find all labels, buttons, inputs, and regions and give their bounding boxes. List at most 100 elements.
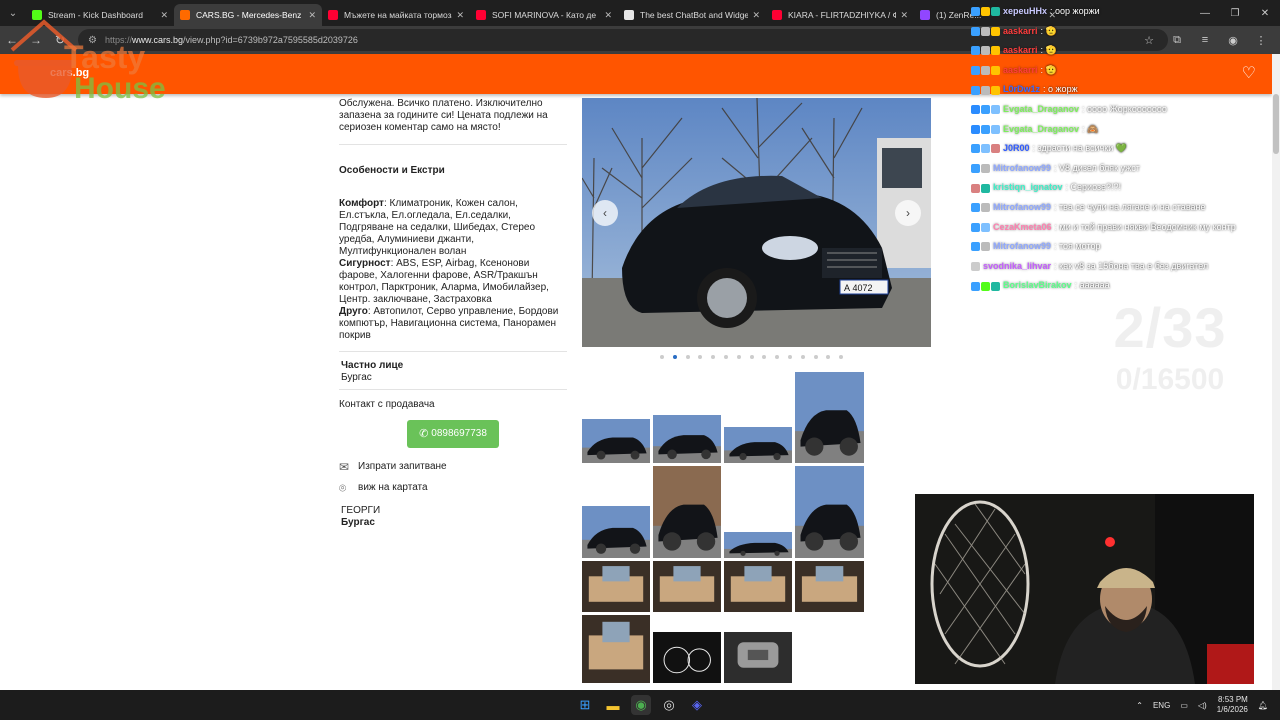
thumbnail-image <box>795 561 864 612</box>
gallery-thumbnail[interactable] <box>582 615 650 683</box>
gallery-dot[interactable] <box>839 355 844 359</box>
chat-badge-icon <box>991 281 1000 291</box>
chat-badge-icon <box>991 85 1000 95</box>
gallery-thumbnail[interactable] <box>795 561 864 612</box>
seller-name: ГЕОРГИ <box>341 505 381 516</box>
gallery-thumbnail[interactable] <box>582 506 650 558</box>
tab-close-icon[interactable]: ✕ <box>900 10 908 21</box>
feature-label: Комфорт <box>339 198 384 209</box>
browser-tab[interactable]: SOFI MARINOVA - Като де ✕ <box>470 4 618 26</box>
obs-icon[interactable]: ◎ <box>659 695 679 715</box>
gallery-thumbnail[interactable] <box>582 419 650 463</box>
gallery-dot[interactable] <box>787 355 792 359</box>
gallery-thumbnail[interactable] <box>653 632 721 683</box>
file-explorer-icon[interactable]: ▬ <box>603 695 623 715</box>
thumbnail-image <box>582 615 650 683</box>
tab-close-icon[interactable]: ✕ <box>308 10 316 21</box>
prev-photo-arrow-icon[interactable]: ‹ <box>592 200 618 226</box>
gallery-dot[interactable] <box>711 355 716 359</box>
chat-message: Evgata_Draganov: оооо Жоркооооооо <box>971 100 1280 120</box>
browser-tab[interactable]: The best ChatBot and Widgets ✕ <box>618 4 766 26</box>
chat-username: aaskarri <box>1003 64 1038 75</box>
envelope-icon: ✉ <box>339 460 350 474</box>
tab-close-icon[interactable]: ✕ <box>604 10 612 21</box>
gallery-thumbnail[interactable] <box>653 561 721 612</box>
tab-close-icon[interactable]: ✕ <box>752 10 760 21</box>
gallery-dot[interactable] <box>672 355 677 359</box>
gallery-dot[interactable] <box>800 355 805 359</box>
chat-badge-icon <box>981 183 990 193</box>
thumbnail-image <box>653 632 721 683</box>
browser-tab[interactable]: Мъжете на майката тормозя ✕ <box>322 4 470 26</box>
feature-label: Друго <box>339 306 368 317</box>
clock-date: 1/6/2026 <box>1216 705 1248 714</box>
goal-counter: 2/33 0/16500 <box>1100 298 1240 396</box>
gallery-thumbnail[interactable] <box>724 427 792 463</box>
gallery-thumbnail[interactable] <box>653 466 721 558</box>
gallery-thumbnail[interactable] <box>724 561 792 612</box>
chrome-icon[interactable]: ◉ <box>631 695 651 715</box>
chat-badge-icon <box>981 105 990 115</box>
chat-badge-icon <box>991 124 1000 134</box>
thumbnail-image <box>653 466 721 558</box>
tab-title: KIARA - FLIRTADZHIYKA / ФЛИ <box>788 10 897 20</box>
thumbnail-image <box>653 561 721 612</box>
windows-start-icon[interactable]: ⊞ <box>575 695 595 715</box>
gallery-thumbnail[interactable] <box>653 415 721 463</box>
contact-title: Контакт с продавача <box>339 399 435 410</box>
notification-bell-icon[interactable]: 🔔︎ <box>1258 701 1268 710</box>
gallery-thumbnail[interactable] <box>582 561 650 612</box>
chat-text: как v8 за 15бона тва е без двигател <box>1059 260 1209 271</box>
thumbnail-image <box>582 419 650 463</box>
gallery-thumbnail[interactable] <box>724 632 792 683</box>
chat-badge-icon <box>971 7 980 17</box>
clock[interactable]: 8:53 PM 1/6/2026 <box>1217 695 1248 715</box>
chat-badge-icon <box>971 262 980 272</box>
gallery-dot[interactable] <box>698 355 703 359</box>
gallery-dot[interactable] <box>660 355 664 359</box>
chat-text: 🙈 <box>1087 123 1099 134</box>
gallery-thumbnail[interactable] <box>724 532 792 558</box>
language-indicator[interactable]: ENG <box>1153 701 1170 710</box>
gallery-dot[interactable] <box>826 355 831 359</box>
chat-username: Evgata_Draganov <box>1003 103 1080 114</box>
gallery-dot[interactable] <box>813 355 818 359</box>
stream-chat-overlay: xepeuHHx: оор жоржи aaskarri: 🫡 aaskarri: … <box>971 2 1280 296</box>
browser-tab[interactable]: CARS.BG - Mercedes-Benz S 42 ✕ <box>174 4 322 26</box>
chat-badges <box>971 183 990 193</box>
gallery-dot[interactable] <box>723 355 728 359</box>
send-inquiry-link[interactable]: ✉ Изпрати запитване <box>339 461 567 473</box>
next-photo-arrow-icon[interactable]: › <box>895 200 921 226</box>
gallery-dot[interactable] <box>685 355 690 359</box>
gallery-dot[interactable] <box>749 355 754 359</box>
chat-message: CezaKmeta06: ми и той прави някви Веодом… <box>971 218 1280 238</box>
volume-icon[interactable]: ◁) <box>1198 701 1207 710</box>
chat-username: Evgata_Draganov <box>1003 123 1080 134</box>
chat-username: L0rDw1z <box>1003 84 1041 95</box>
main-car-photo[interactable]: А 4072 ‹ › <box>582 98 931 347</box>
discord-icon[interactable]: ◈ <box>687 695 707 715</box>
network-icon[interactable]: ▭ <box>1180 701 1188 710</box>
gallery-thumbnail[interactable] <box>795 372 864 463</box>
chat-badge-icon <box>991 144 1000 154</box>
browser-tab[interactable]: KIARA - FLIRTADZHIYKA / ФЛИ✕ <box>766 4 914 26</box>
see-map-link[interactable]: ⌾ виж на картата <box>339 482 567 494</box>
phone-call-button[interactable]: ✆ 0898697738 <box>407 420 499 448</box>
tab-close-icon[interactable]: ✕ <box>456 10 464 21</box>
thumbnail-image <box>724 632 792 683</box>
gallery-dot[interactable] <box>775 355 780 359</box>
chat-badge-icon <box>971 242 980 252</box>
features-list: Комфорт: Климатроник, Кожен салон, Ел.ст… <box>339 198 567 342</box>
chat-badge-icon <box>981 46 990 56</box>
gallery-thumbnail[interactable] <box>795 466 864 558</box>
tray-chevron-icon[interactable]: ⌃ <box>1136 701 1143 710</box>
chat-text: ми и той прави някви Веодомник му контр <box>1059 221 1236 232</box>
chat-badge-icon <box>981 222 990 232</box>
car-photo-image: А 4072 <box>582 98 931 347</box>
chat-badges <box>971 203 990 213</box>
chat-badge-icon <box>991 46 1000 56</box>
tab-title: The best ChatBot and Widgets <box>640 10 749 20</box>
gallery-dot[interactable] <box>762 355 767 359</box>
house-text: House <box>74 72 166 105</box>
gallery-dot[interactable] <box>736 355 741 359</box>
